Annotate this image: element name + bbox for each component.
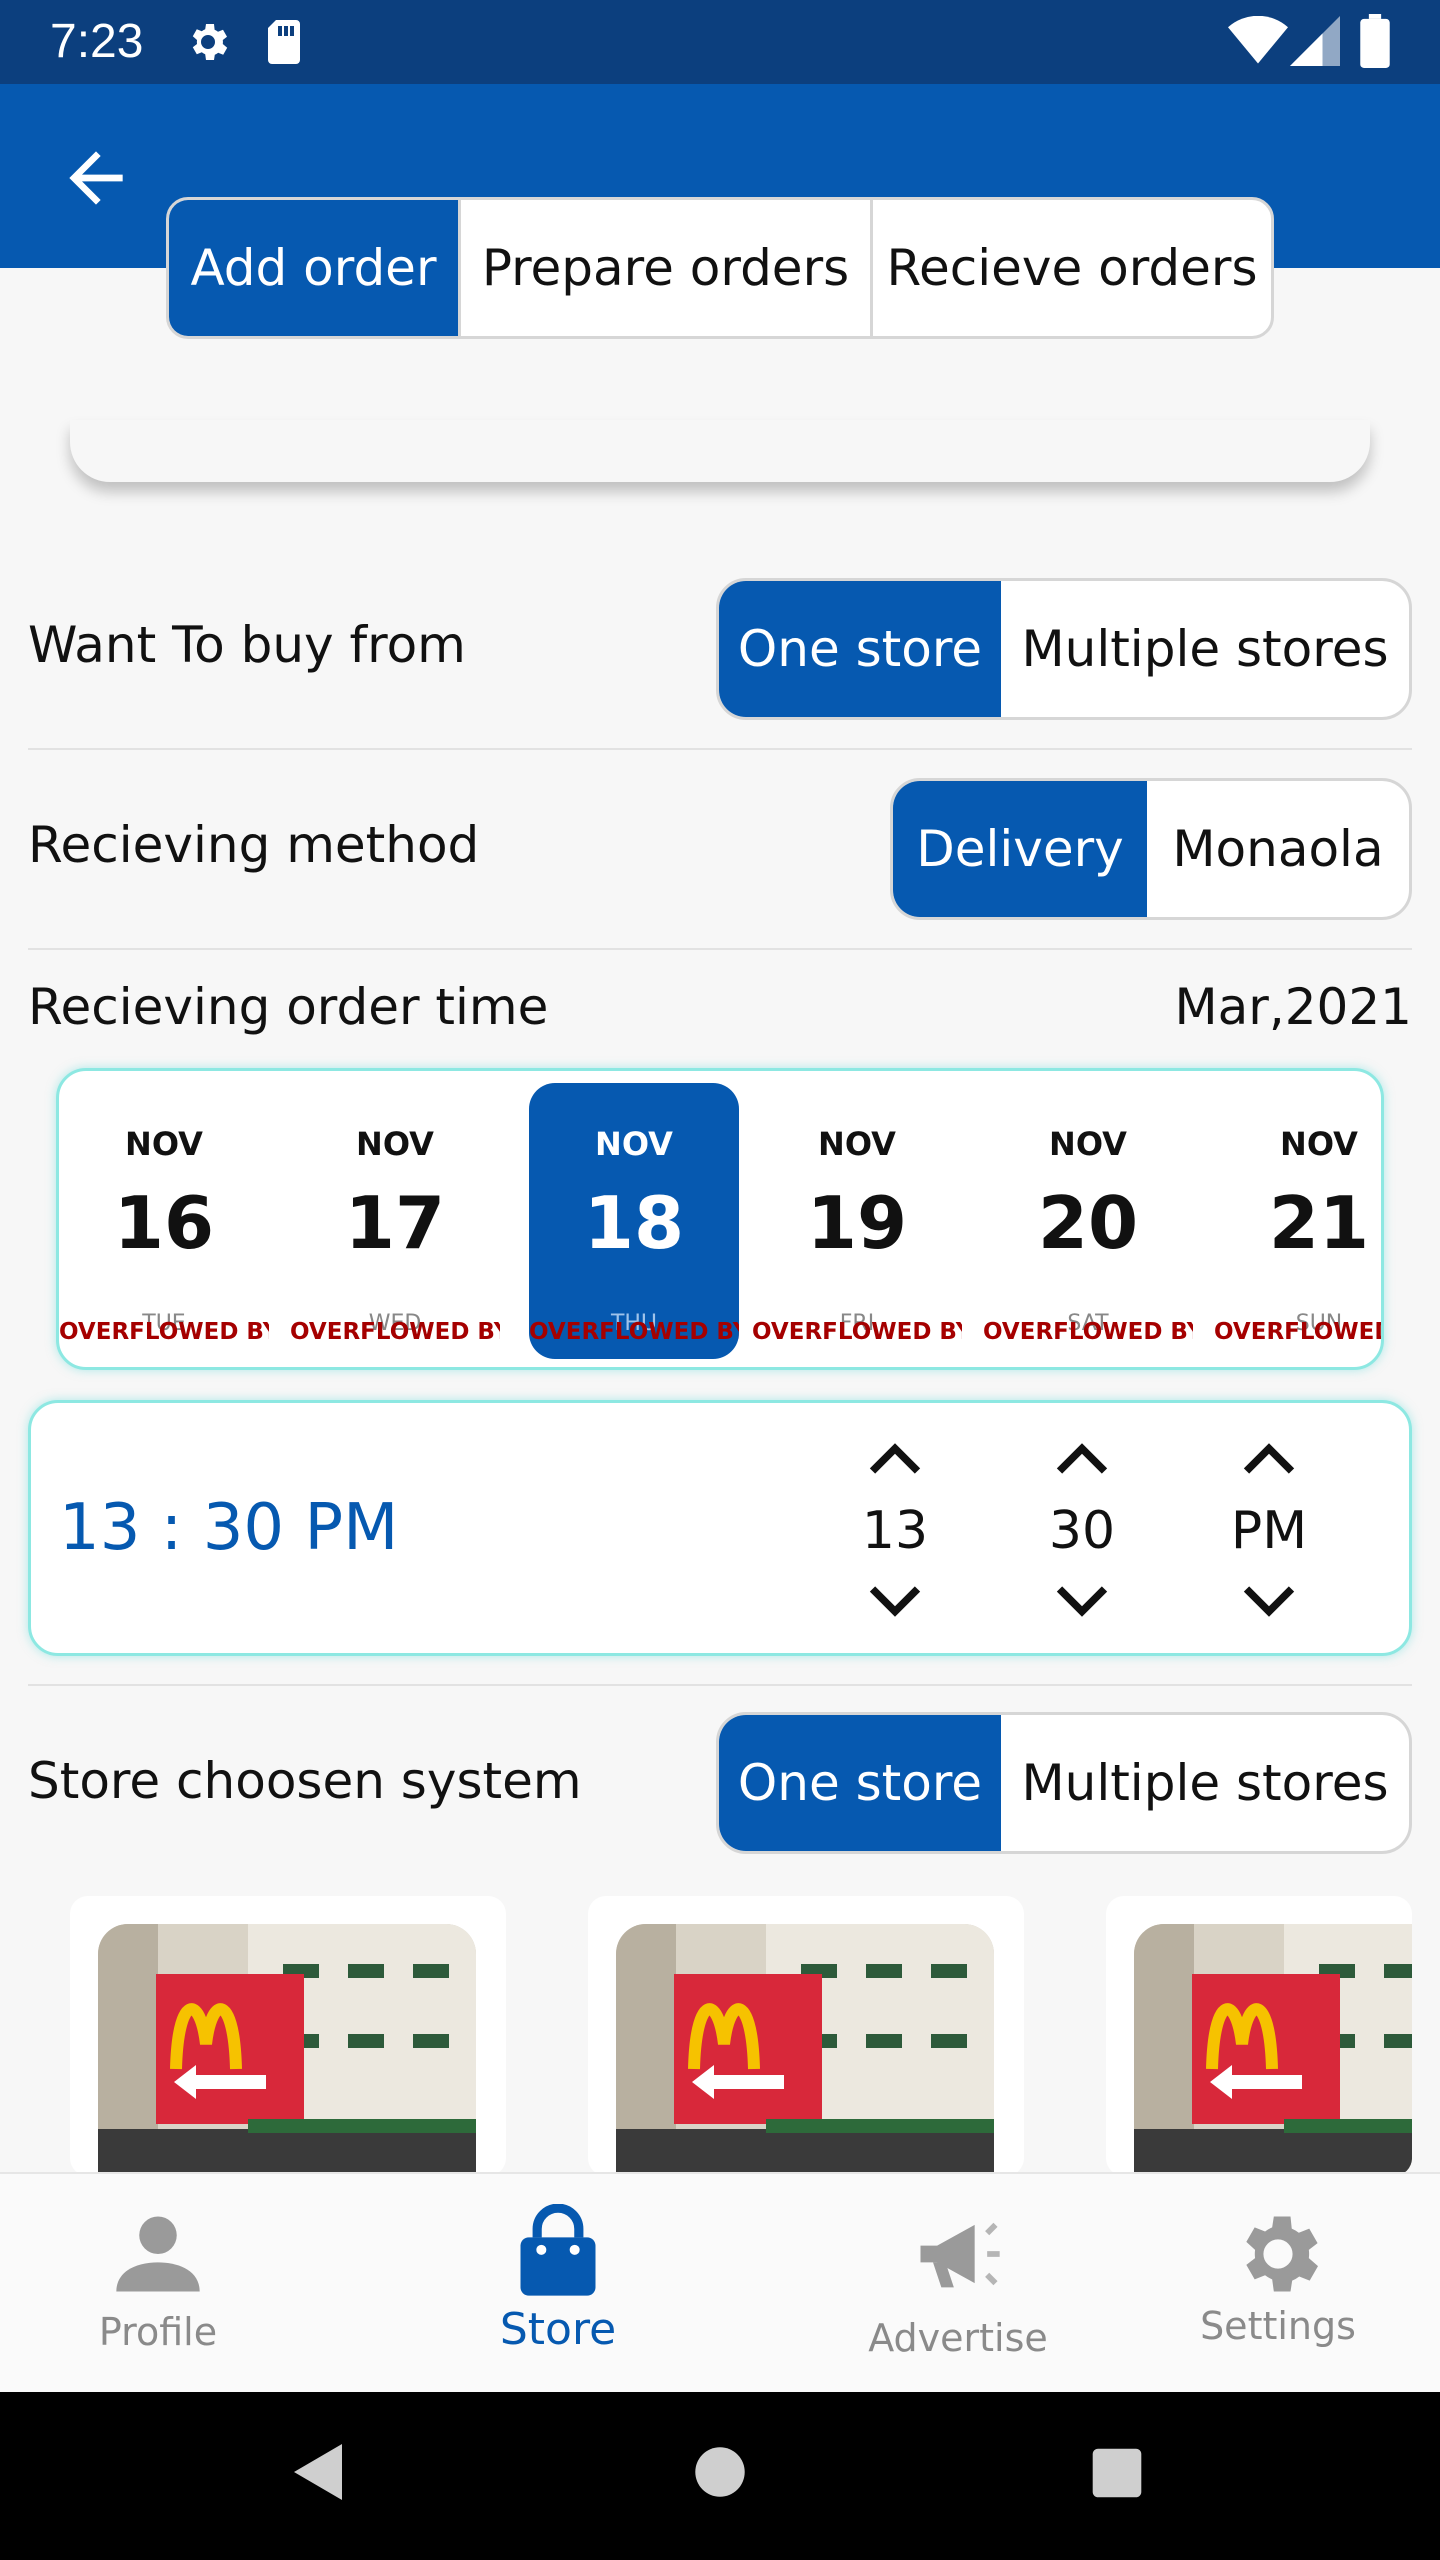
sd-card-icon: [268, 20, 300, 64]
shopping-bag-icon: [520, 2204, 596, 2296]
signal-icon: [1290, 16, 1340, 66]
date-day: 18: [583, 1181, 685, 1265]
time-picker: 13 : 30 PM 13 30 PM: [28, 1400, 1412, 1656]
store-system-multiple-stores-option[interactable]: Multiple stores: [1001, 1715, 1409, 1851]
date-day: 21: [1268, 1181, 1370, 1265]
store-system-label: Store choosen system: [28, 1752, 582, 1810]
overflow-warning: OVERFLOWED BY BOTTOM: [290, 1319, 500, 1345]
divider: [28, 948, 1412, 950]
date-item-selected[interactable]: NOV 18 THU OVERFLOWED BY BOTTOM: [529, 1083, 739, 1359]
bottom-navigation: Profile Store Advertise Settings: [0, 2172, 1440, 2392]
divider: [28, 748, 1412, 750]
date-month: NOV: [595, 1125, 673, 1163]
minute-spinner: 30: [1012, 1419, 1152, 1639]
back-triangle-icon[interactable]: [290, 2440, 346, 2504]
status-time: 7:23: [50, 15, 144, 68]
gear-icon: [192, 24, 228, 60]
date-month: NOV: [125, 1125, 203, 1163]
home-circle-icon[interactable]: [694, 2446, 746, 2498]
chevron-up-icon[interactable]: [1239, 1431, 1299, 1481]
wifi-icon: [1228, 16, 1288, 64]
receiving-time-label: Recieving order time: [28, 978, 549, 1036]
date-month: NOV: [1280, 1125, 1358, 1163]
store-system-one-store-option[interactable]: One store: [719, 1715, 1001, 1851]
store-card[interactable]: [588, 1896, 1024, 2176]
nav-profile[interactable]: Profile: [8, 2174, 308, 2394]
chevron-up-icon[interactable]: [865, 1431, 925, 1481]
chevron-down-icon[interactable]: [865, 1579, 925, 1629]
date-day: 17: [344, 1181, 446, 1265]
order-tabs: Add order Prepare orders Recieve orders: [166, 197, 1274, 339]
month-year-label: Mar,2021: [1174, 978, 1412, 1036]
period-value: PM: [1230, 1501, 1308, 1561]
store-image: [98, 1924, 476, 2176]
receiving-method-label: Recieving method: [28, 816, 480, 874]
tab-recieve-orders[interactable]: Recieve orders: [873, 200, 1271, 336]
system-navigation-bar: [0, 2392, 1440, 2560]
nav-advertise[interactable]: Advertise: [808, 2174, 1108, 2394]
hour-spinner: 13: [825, 1419, 965, 1639]
store-image: [616, 1924, 994, 2176]
chevron-up-icon[interactable]: [1052, 1431, 1112, 1481]
overflow-warning: OVERFLOWED BY BOTTOM: [983, 1319, 1193, 1345]
date-month: NOV: [818, 1125, 896, 1163]
back-arrow-icon[interactable]: [56, 138, 136, 218]
date-item[interactable]: NOV 21 SUN OVERFLOWED: [1214, 1083, 1384, 1359]
hour-value: 13: [861, 1501, 929, 1561]
chevron-down-icon[interactable]: [1052, 1579, 1112, 1629]
overflow-warning: OVERFLOWED BY BOTTOM: [529, 1319, 739, 1345]
store-card[interactable]: [70, 1896, 506, 2176]
delivery-option[interactable]: Delivery: [893, 781, 1147, 917]
overflow-warning: OVERFLOWED BY BOTTOM: [59, 1319, 269, 1345]
battery-icon: [1360, 14, 1390, 68]
buy-from-multiple-stores-option[interactable]: Multiple stores: [1001, 581, 1409, 717]
divider: [28, 1684, 1412, 1686]
nav-settings[interactable]: Settings: [1128, 2174, 1428, 2394]
overflow-warning: OVERFLOWED BY BOTTOM: [752, 1319, 962, 1345]
date-month: NOV: [1049, 1125, 1127, 1163]
status-bar: 7:23: [0, 0, 1440, 84]
minute-value: 30: [1048, 1501, 1116, 1561]
nav-label: Advertise: [868, 2316, 1048, 2360]
tab-add-order[interactable]: Add order: [169, 200, 461, 336]
time-display: 13 : 30 PM: [59, 1491, 399, 1565]
nav-label: Settings: [1200, 2304, 1356, 2348]
date-day: 20: [1037, 1181, 1139, 1265]
date-item[interactable]: NOV 17 WED OVERFLOWED BY BOTTOM: [290, 1083, 500, 1359]
date-day: 19: [806, 1181, 908, 1265]
date-day: 16: [113, 1181, 215, 1265]
recents-square-icon[interactable]: [1090, 2446, 1144, 2500]
nav-label: Profile: [98, 2310, 218, 2354]
nav-store[interactable]: Store: [408, 2174, 708, 2394]
receiving-method-toggle: Delivery Monaola: [890, 778, 1412, 920]
person-icon: [116, 2216, 200, 2292]
tab-prepare-orders[interactable]: Prepare orders: [461, 200, 873, 336]
chevron-down-icon[interactable]: [1239, 1579, 1299, 1629]
store-card[interactable]: [1106, 1896, 1412, 2176]
gear-icon: [1246, 2216, 1318, 2292]
period-spinner: PM: [1199, 1419, 1339, 1639]
buy-from-one-store-option[interactable]: One store: [719, 581, 1001, 717]
date-month: NOV: [356, 1125, 434, 1163]
collapsed-card: [70, 420, 1370, 482]
overflow-warning: OVERFLOWED: [1214, 1319, 1384, 1345]
date-item[interactable]: NOV 16 TUE OVERFLOWED BY BOTTOM: [59, 1083, 269, 1359]
store-image: [1134, 1924, 1412, 2176]
date-strip: NOV 16 TUE OVERFLOWED BY BOTTOM NOV 17 W…: [56, 1068, 1384, 1370]
buy-from-label: Want To buy from: [28, 616, 466, 674]
megaphone-icon: [920, 2222, 1000, 2288]
buy-from-toggle: One store Multiple stores: [716, 578, 1412, 720]
monaola-option[interactable]: Monaola: [1147, 781, 1409, 917]
nav-label: Store: [499, 2304, 617, 2355]
date-item[interactable]: NOV 19 FRI OVERFLOWED BY BOTTOM: [752, 1083, 962, 1359]
store-system-toggle: One store Multiple stores: [716, 1712, 1412, 1854]
date-item[interactable]: NOV 20 SAT OVERFLOWED BY BOTTOM: [983, 1083, 1193, 1359]
